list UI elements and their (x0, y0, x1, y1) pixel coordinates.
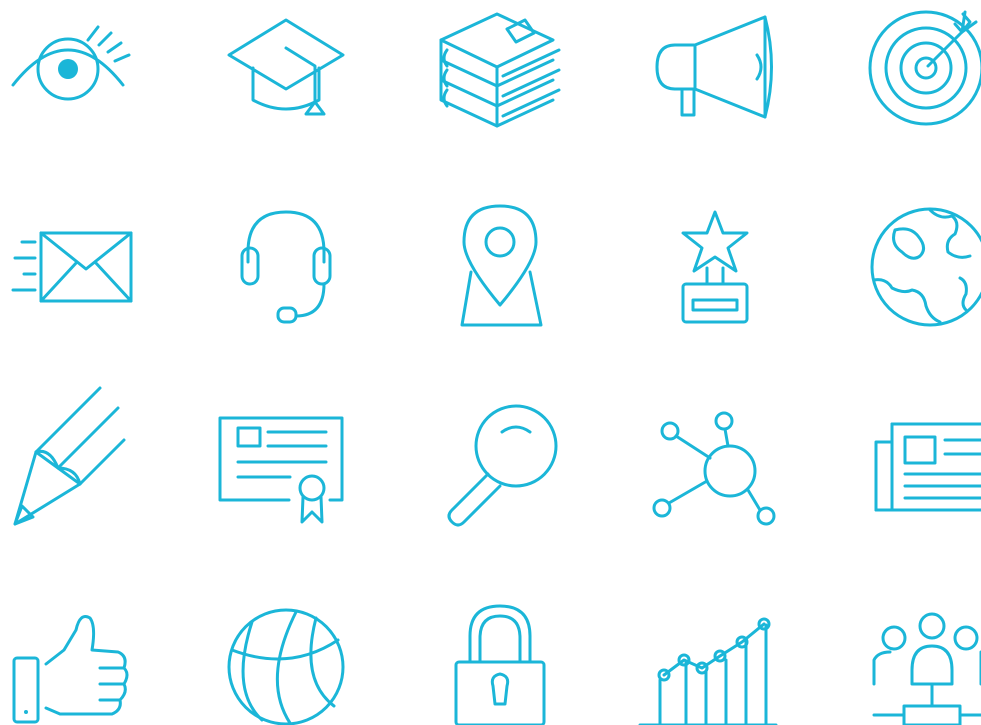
growth-chart-icon (638, 617, 778, 725)
padlock-icon (454, 604, 546, 725)
map-pin-icon (460, 204, 543, 327)
eye-icon (11, 25, 131, 101)
basketball-icon (227, 608, 345, 725)
graduation-cap-icon (227, 18, 345, 116)
newspaper-icon (874, 422, 981, 512)
magnifier-icon (447, 404, 558, 527)
pencil-icon (13, 386, 126, 526)
globe-icon (870, 207, 981, 327)
team-icon (872, 612, 981, 725)
headset-icon (240, 210, 332, 324)
mail-icon (11, 231, 133, 303)
megaphone-icon (655, 15, 773, 119)
trophy-icon (681, 210, 749, 324)
icon-grid (11, 10, 981, 725)
books-stack-icon (439, 12, 561, 128)
thumbs-up-icon (12, 615, 129, 724)
network-icon (652, 411, 776, 526)
certificate-icon (218, 416, 344, 524)
target-icon (868, 10, 981, 126)
